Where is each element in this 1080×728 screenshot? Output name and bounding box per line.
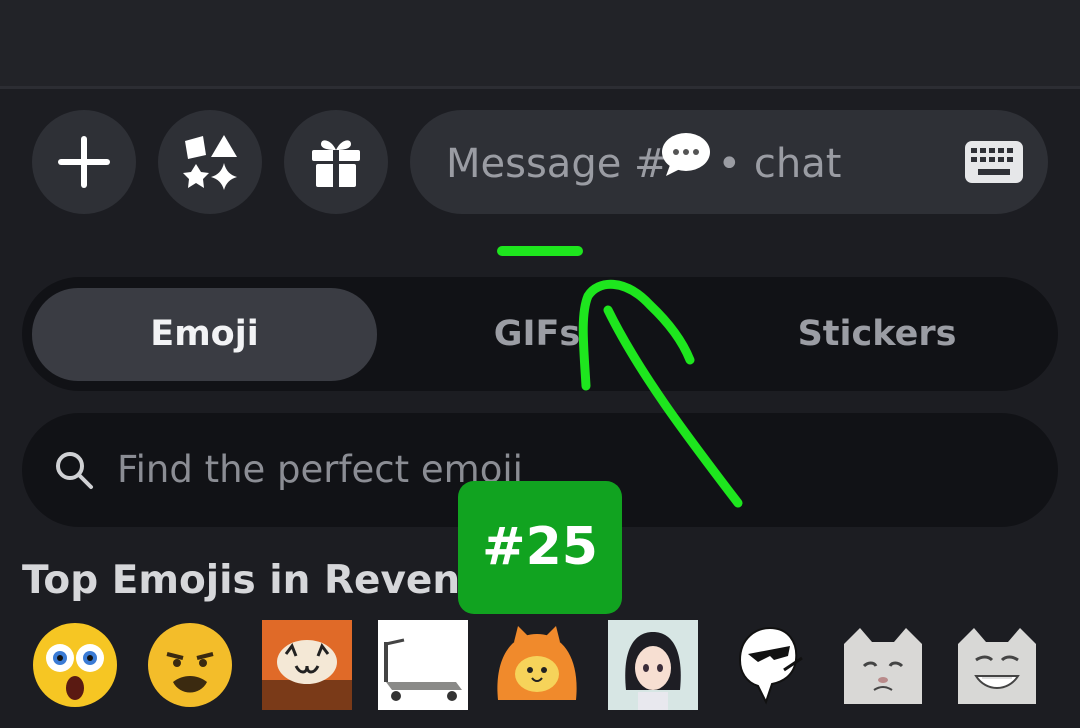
add-attachment-button[interactable] bbox=[32, 110, 136, 214]
grinning-cat-emoji[interactable] bbox=[952, 620, 1042, 710]
explosion-cat-emoji[interactable] bbox=[262, 620, 352, 710]
speech-bubble-icon bbox=[660, 112, 712, 216]
placeholder-suffix: • chat bbox=[717, 141, 842, 187]
keyboard-icon[interactable] bbox=[964, 140, 1024, 184]
tab-gifs[interactable]: GIFs bbox=[422, 288, 652, 381]
sunglasses-ghost-emoji[interactable] bbox=[722, 620, 812, 710]
orange-blob-cat-emoji[interactable] bbox=[492, 620, 582, 710]
sad-mustache-face-emoji[interactable] bbox=[145, 620, 235, 710]
step-number-badge: #25 bbox=[458, 481, 622, 614]
gift-button[interactable] bbox=[284, 110, 388, 214]
gift-icon bbox=[312, 140, 360, 187]
apps-button[interactable] bbox=[158, 110, 262, 214]
picker-tabs: Emoji GIFs Stickers bbox=[22, 277, 1058, 391]
crying-cat-emoji[interactable] bbox=[838, 620, 928, 710]
divider bbox=[0, 86, 1080, 89]
section-title: Top Emojis in Revenge bbox=[22, 558, 515, 603]
chat-header-area bbox=[0, 0, 1080, 86]
plus-icon bbox=[58, 136, 110, 188]
tab-stickers[interactable]: Stickers bbox=[722, 288, 1032, 381]
message-placeholder: Message # • chat bbox=[446, 110, 841, 214]
flushed-screaming-emoji[interactable] bbox=[30, 620, 120, 710]
discord-chat-screen: Message # • chat Emoji GIFs Stickers Fin… bbox=[0, 0, 1080, 728]
flatbed-cart-emoji[interactable] bbox=[378, 620, 468, 710]
anime-girl-emoji[interactable] bbox=[608, 620, 698, 710]
tab-emoji[interactable]: Emoji bbox=[32, 288, 377, 381]
apps-shapes-icon bbox=[183, 135, 237, 190]
search-icon bbox=[56, 452, 93, 489]
emoji-grid bbox=[0, 618, 1080, 728]
placeholder-prefix: Message # bbox=[446, 141, 668, 187]
message-input[interactable]: Message # • chat bbox=[410, 110, 1048, 214]
